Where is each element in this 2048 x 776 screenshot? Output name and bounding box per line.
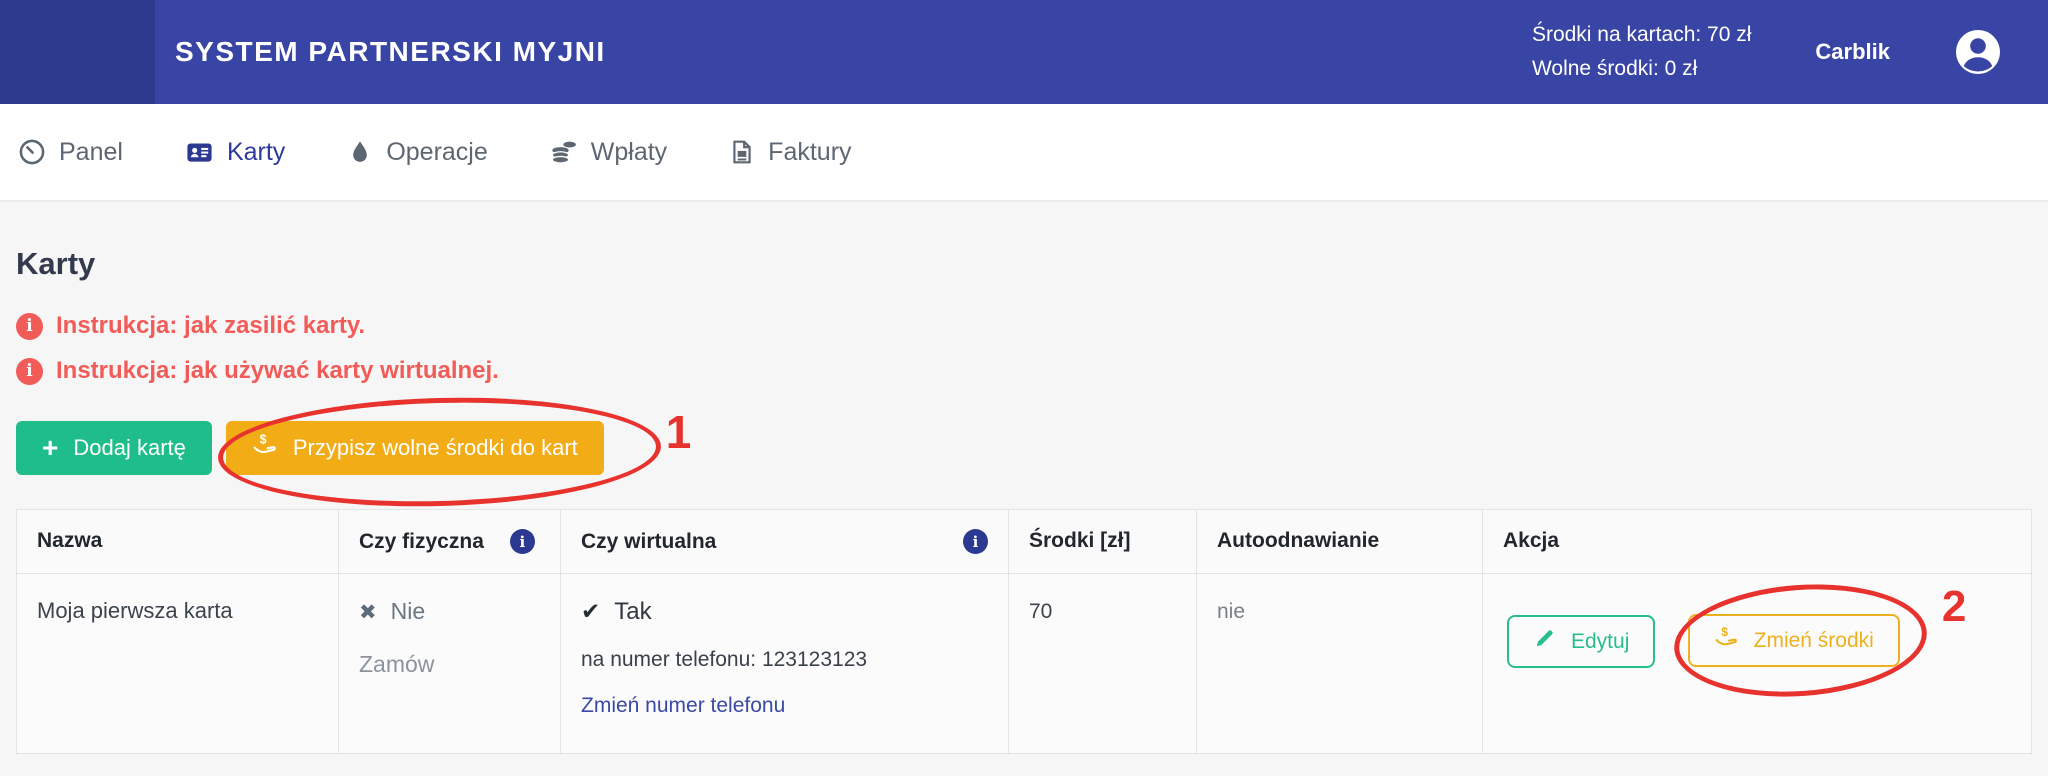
partner-name[interactable]: Carblik xyxy=(1815,39,1890,65)
annotation-number-1: 1 xyxy=(666,405,692,459)
cards-toolbar: + Dodaj kartę $ Przypisz wolne środki do… xyxy=(16,421,2032,475)
svg-text:$: $ xyxy=(259,432,266,446)
plus-icon: + xyxy=(42,434,58,462)
nav-item-wplaty[interactable]: Wpłaty xyxy=(550,138,667,167)
user-circle-icon[interactable] xyxy=(1954,28,2002,76)
cell-autorenew: nie xyxy=(1197,574,1483,754)
change-funds-button[interactable]: $ Zmień środki xyxy=(1688,614,1900,667)
instruction-text: Instrukcja: jak zasilić karty. xyxy=(56,312,365,340)
id-card-icon xyxy=(185,138,214,167)
balance-summary: Środki na kartach: 70 zł Wolne środki: 0… xyxy=(1532,18,1751,85)
col-header-czy-wirtualna: Czy wirtualna i xyxy=(561,510,1009,574)
gauge-icon xyxy=(18,138,46,166)
balance-on-cards: Środki na kartach: 70 zł xyxy=(1532,18,1751,52)
cell-physical: ✖ Nie Zamów xyxy=(339,574,561,754)
change-funds-label: Zmień środki xyxy=(1754,629,1874,653)
nav-label-karty: Karty xyxy=(227,138,285,167)
instruction-link-topup[interactable]: i Instrukcja: jak zasilić karty. xyxy=(16,312,2032,340)
info-icon[interactable]: i xyxy=(510,529,535,554)
change-phone-link[interactable]: Zmień numer telefonu xyxy=(581,694,785,718)
file-invoice-icon xyxy=(729,139,755,165)
virtual-phone: na numer telefonu: 123123123 xyxy=(581,648,988,672)
col-header-autoodnawianie: Autoodnawianie xyxy=(1197,510,1483,574)
instruction-link-virtual[interactable]: i Instrukcja: jak używać karty wirtualne… xyxy=(16,357,2032,385)
physical-value: Nie xyxy=(391,598,426,625)
app-title: SYSTEM PARTNERSKI MYJNI xyxy=(175,36,606,68)
info-icon: i xyxy=(16,358,43,385)
col-header-czy-fizyczna: Czy fizyczna i xyxy=(339,510,561,574)
nav-item-faktury[interactable]: Faktury xyxy=(729,138,851,167)
cell-actions: Edytuj $ Zmień środki xyxy=(1483,574,2032,754)
instruction-text: Instrukcja: jak używać karty wirtualnej. xyxy=(56,357,499,385)
edit-label: Edytuj xyxy=(1571,630,1629,654)
svg-text:$: $ xyxy=(1721,625,1728,639)
nav-label-panel: Panel xyxy=(59,138,123,167)
sidebar-stub xyxy=(0,0,155,104)
nav-item-operacje[interactable]: Operacje xyxy=(347,138,487,167)
order-card-link[interactable]: Zamów xyxy=(359,651,540,678)
cell-card-name: Moja pierwsza karta xyxy=(17,574,339,754)
main-nav: Panel Karty Operacje xyxy=(0,104,2048,202)
assign-free-funds-button[interactable]: $ Przypisz wolne środki do kart xyxy=(226,421,604,475)
droplet-icon xyxy=(347,139,373,165)
cell-virtual: ✔ Tak na numer telefonu: 123123123 Zmień… xyxy=(561,574,1009,754)
nav-item-karty[interactable]: Karty xyxy=(185,138,285,167)
page-title: Karty xyxy=(16,202,2032,282)
virtual-value: Tak xyxy=(614,598,651,626)
col-header-akcja: Akcja xyxy=(1483,510,2032,574)
nav-item-panel[interactable]: Panel xyxy=(18,138,123,167)
cards-table: Nazwa Czy fizyczna i Czy wirtualna i Śro… xyxy=(16,509,2032,754)
info-icon: i xyxy=(16,313,43,340)
coins-icon xyxy=(550,138,578,166)
pencil-icon xyxy=(1533,627,1556,656)
x-icon: ✖ xyxy=(359,600,377,624)
table-header-row: Nazwa Czy fizyczna i Czy wirtualna i Śro… xyxy=(17,510,2032,574)
nav-label-operacje: Operacje xyxy=(386,138,487,167)
edit-button[interactable]: Edytuj xyxy=(1507,615,1655,668)
hand-holding-dollar-icon: $ xyxy=(1714,625,1739,656)
col-header-srodki: Środki [zł] xyxy=(1009,510,1197,574)
main-content: Karty i Instrukcja: jak zasilić karty. i… xyxy=(0,202,2048,774)
col-header-nazwa: Nazwa xyxy=(17,510,339,574)
balance-free: Wolne środki: 0 zł xyxy=(1532,52,1751,86)
app-header: SYSTEM PARTNERSKI MYJNI Środki na kartac… xyxy=(0,0,2048,104)
cell-funds: 70 xyxy=(1009,574,1197,754)
check-icon: ✔ xyxy=(581,599,600,625)
nav-label-faktury: Faktury xyxy=(768,138,851,167)
add-card-button[interactable]: + Dodaj kartę xyxy=(16,421,212,475)
info-icon[interactable]: i xyxy=(963,529,988,554)
nav-label-wplaty: Wpłaty xyxy=(591,138,667,167)
hand-holding-dollar-icon: $ xyxy=(252,432,278,464)
table-row: Moja pierwsza karta ✖ Nie Zamów ✔ Tak na… xyxy=(17,574,2032,754)
add-card-label: Dodaj kartę xyxy=(73,435,186,461)
annotation-number-2: 2 xyxy=(1942,582,1966,632)
instructions: i Instrukcja: jak zasilić karty. i Instr… xyxy=(16,312,2032,385)
assign-free-funds-label: Przypisz wolne środki do kart xyxy=(293,435,578,461)
